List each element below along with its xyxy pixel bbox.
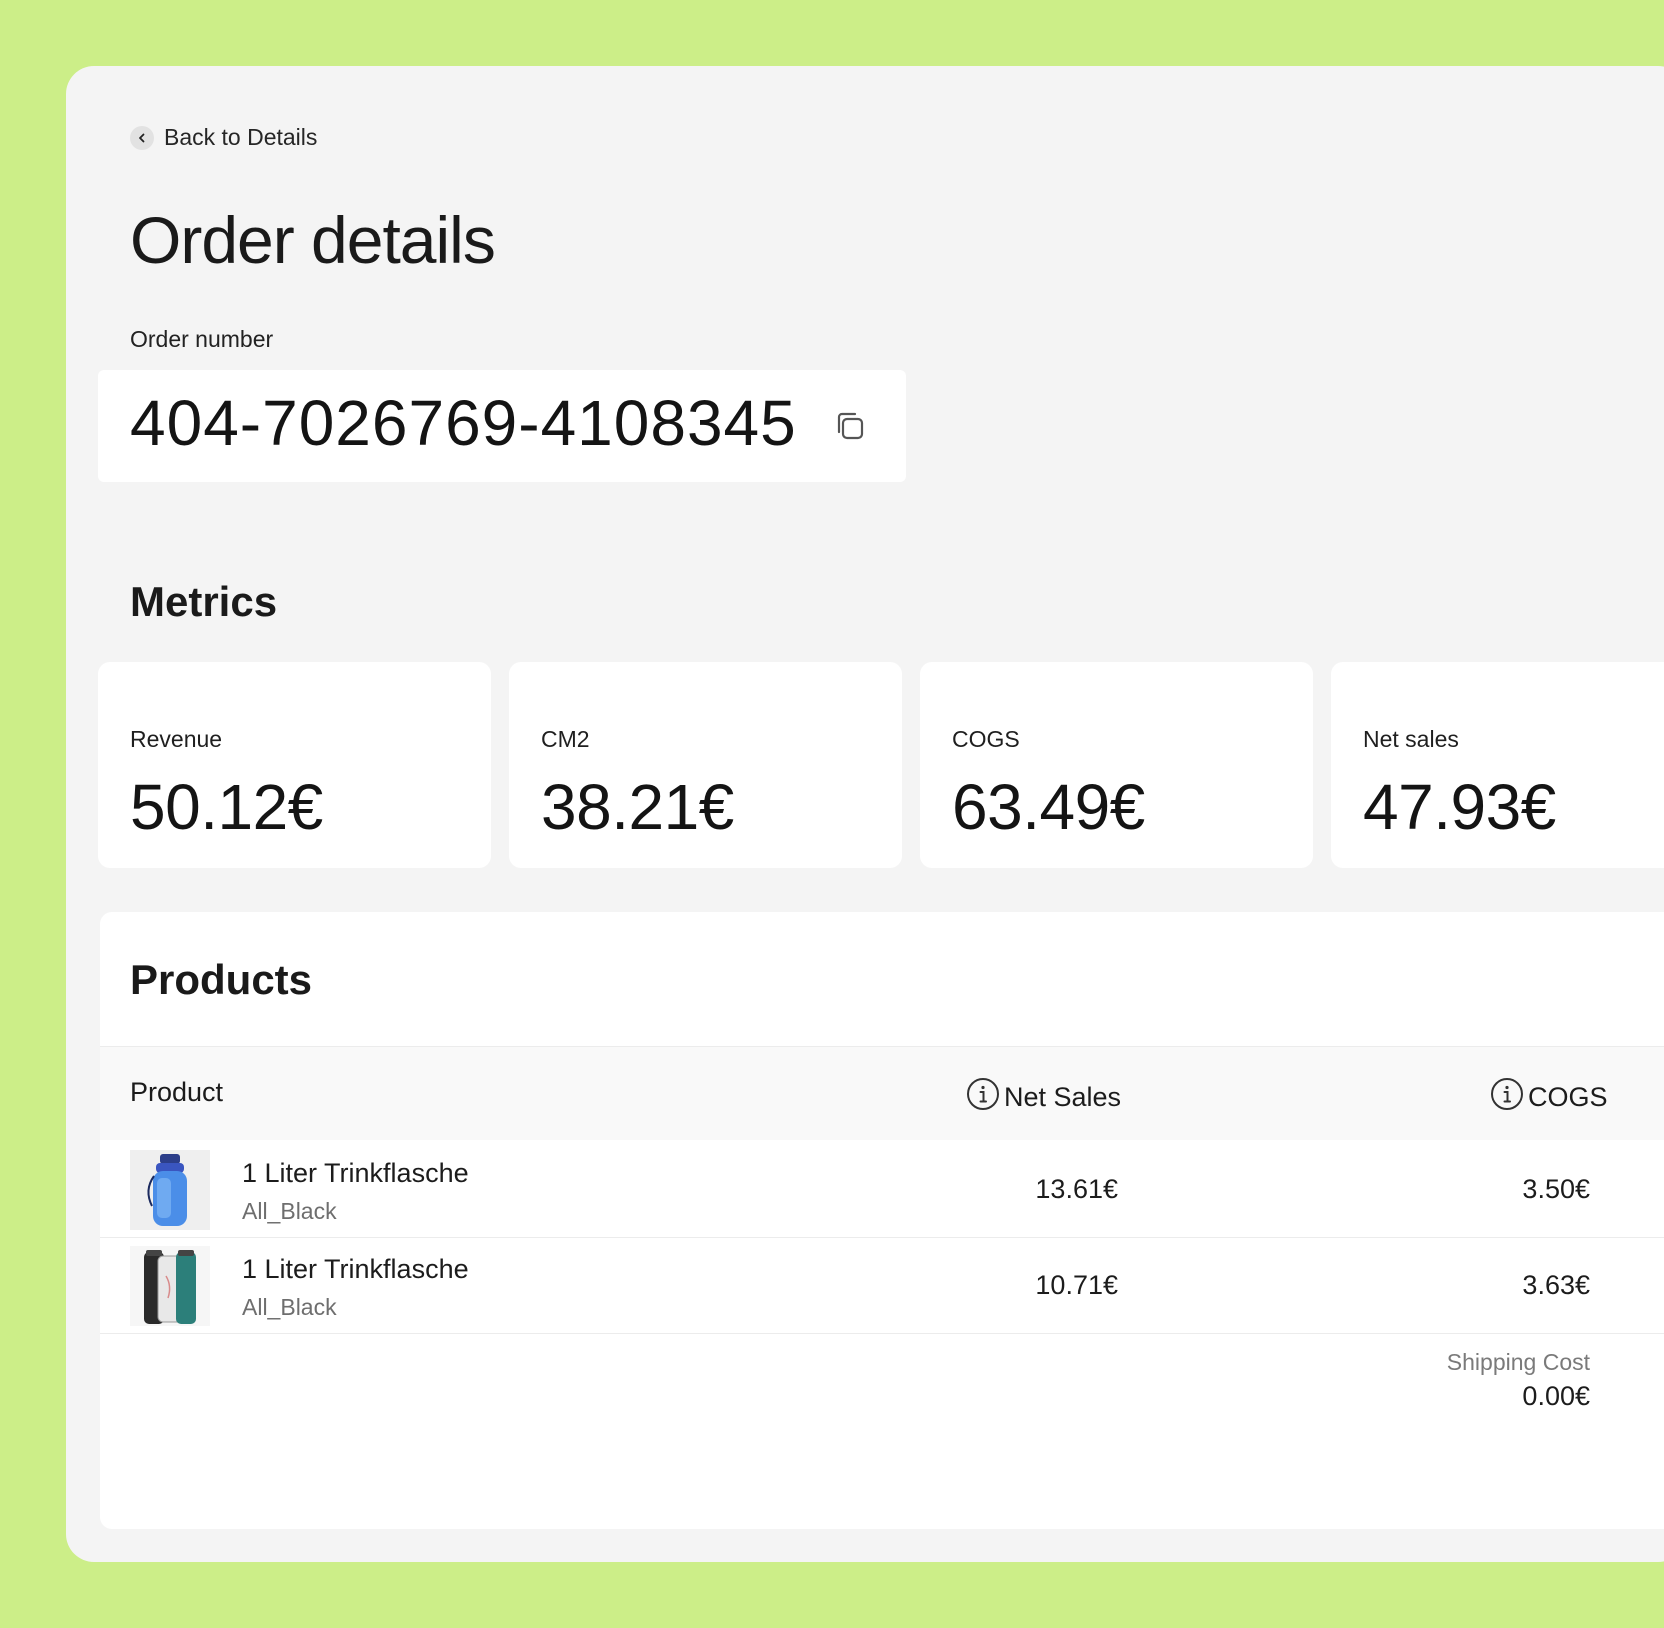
shipping-cost-value: 0.00€ xyxy=(1522,1381,1590,1411)
metric-value: 50.12€ xyxy=(130,771,323,843)
metric-card-net-sales: Net sales 47.93€ xyxy=(1331,662,1664,868)
metrics-title: Metrics xyxy=(130,578,278,625)
net-sales-value: 13.61€ xyxy=(1035,1174,1118,1204)
product-thumbnail-bottle-blue xyxy=(130,1150,210,1230)
back-label: Back to Details xyxy=(164,124,318,150)
table-row[interactable]: 1 Liter Trinkflasche All_Black 10.71€ 3.… xyxy=(100,1238,1664,1334)
metric-label: Revenue xyxy=(130,726,223,752)
back-to-details-link[interactable]: Back to Details xyxy=(130,124,317,151)
metric-card-cogs: COGS 63.49€ xyxy=(920,662,1313,868)
cogs-value: 3.50€ xyxy=(1522,1174,1590,1204)
product-variant: All_Black xyxy=(242,1198,337,1224)
product-variant: All_Black xyxy=(242,1294,337,1320)
info-icon[interactable] xyxy=(1490,1077,1524,1118)
order-number-box: 404-7026769-4108345 xyxy=(98,370,906,482)
table-row[interactable]: 1 Liter Trinkflasche All_Black 13.61€ 3.… xyxy=(100,1142,1664,1238)
order-number-label: Order number xyxy=(130,326,274,352)
product-name: 1 Liter Trinkflasche xyxy=(242,1254,469,1284)
metric-value: 38.21€ xyxy=(541,771,734,843)
info-icon[interactable] xyxy=(966,1077,1000,1118)
products-title: Products xyxy=(130,956,313,1003)
metric-label: Net sales xyxy=(1363,726,1459,752)
products-table-header: Product Net Sales COGS xyxy=(100,1046,1664,1140)
metric-card-revenue: Revenue 50.12€ xyxy=(98,662,491,868)
chevron-left-icon xyxy=(130,125,154,150)
products-card: Products Product Net Sales COGS 1 Liter … xyxy=(100,912,1664,1529)
metric-value: 47.93€ xyxy=(1363,771,1556,843)
metric-card-cm2: CM2 38.21€ xyxy=(509,662,902,868)
column-header-product[interactable]: Product xyxy=(130,1077,223,1108)
shipping-cost-label: Shipping Cost xyxy=(1446,1349,1590,1375)
order-number-value: 404-7026769-4108345 xyxy=(130,387,797,459)
column-header-net-sales[interactable]: Net Sales xyxy=(966,1077,1121,1118)
order-details-panel: Back to Details Order details Order numb… xyxy=(66,66,1664,1562)
page-title: Order details xyxy=(130,203,496,277)
product-thumbnail-bottle-set xyxy=(130,1246,210,1326)
metric-label: COGS xyxy=(952,726,1020,752)
product-name: 1 Liter Trinkflasche xyxy=(242,1158,469,1188)
metric-value: 63.49€ xyxy=(952,771,1145,843)
copy-icon[interactable] xyxy=(832,408,868,444)
column-header-cogs[interactable]: COGS xyxy=(1490,1077,1608,1118)
net-sales-value: 10.71€ xyxy=(1035,1270,1118,1300)
metric-label: CM2 xyxy=(541,726,590,752)
cogs-value: 3.63€ xyxy=(1522,1270,1590,1300)
